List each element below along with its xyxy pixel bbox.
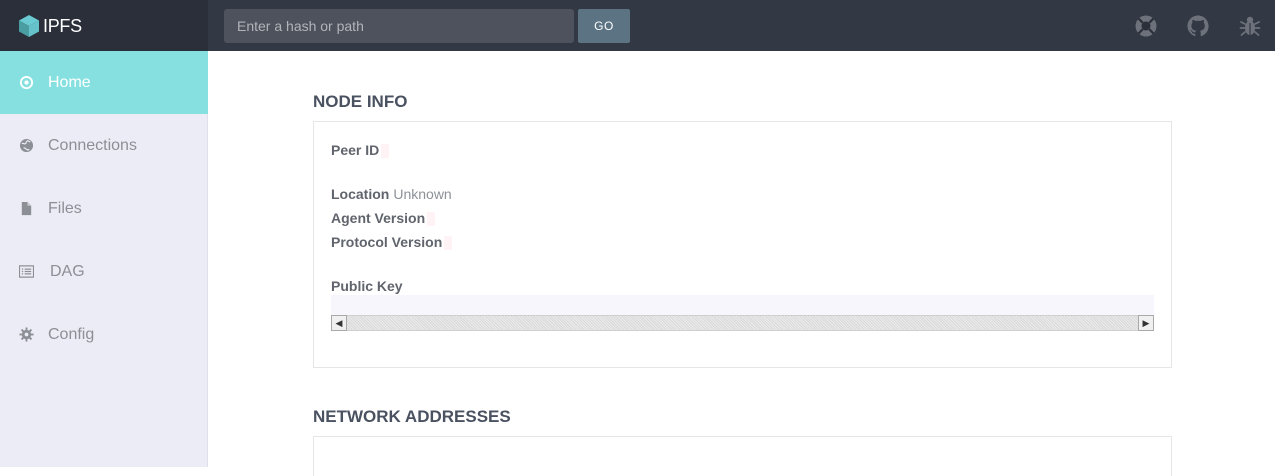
go-button[interactable]: GO: [578, 9, 630, 43]
sidebar-item-connections[interactable]: Connections: [0, 114, 208, 177]
ipfs-logo[interactable]: IPFS: [18, 13, 82, 39]
location-row: LocationUnknown: [331, 186, 452, 202]
peer-id-row: Peer ID: [331, 142, 389, 158]
network-addresses-card: [313, 436, 1172, 476]
node-info-card: Peer ID LocationUnknown Agent Version Pr…: [313, 121, 1172, 368]
help-lifebuoy-icon[interactable]: [1134, 14, 1158, 38]
sidebar-item-dag[interactable]: DAG: [0, 240, 208, 303]
protocol-version-label: Protocol Version: [331, 234, 442, 250]
sidebar-item-home[interactable]: Home: [0, 51, 208, 114]
github-icon[interactable]: [1186, 14, 1210, 38]
protocol-version-row: Protocol Version: [331, 234, 452, 250]
location-value: Unknown: [393, 186, 451, 202]
gear-icon: [18, 327, 34, 343]
sidebar-item-label: Home: [48, 74, 91, 92]
ipfs-cube-icon: [18, 14, 40, 38]
agent-version-row: Agent Version: [331, 210, 435, 226]
agent-version-label: Agent Version: [331, 210, 425, 226]
search-input[interactable]: [224, 9, 574, 43]
logo-text: IPFS: [43, 16, 82, 37]
list-icon: [18, 264, 34, 280]
sidebar-item-label: Files: [48, 200, 82, 218]
location-label: Location: [331, 186, 389, 202]
sidebar: Home Connections Files: [0, 51, 208, 467]
public-key-label: Public Key: [331, 278, 403, 294]
scroll-right-arrow-icon[interactable]: ▶: [1138, 315, 1154, 331]
bug-icon[interactable]: [1238, 14, 1262, 38]
node-info-title: NODE INFO: [313, 92, 407, 112]
logo-area: IPFS: [0, 0, 208, 51]
network-addresses-title: NETWORK ADDRESSES: [313, 407, 511, 427]
globe-icon: [18, 138, 34, 154]
file-icon: [18, 201, 34, 217]
top-bar: IPFS GO: [0, 0, 1275, 51]
home-icon: [18, 75, 34, 91]
protocol-version-value: [444, 236, 452, 250]
agent-version-value: [427, 212, 435, 226]
sidebar-item-label: Config: [48, 326, 94, 344]
sidebar-item-label: Connections: [48, 137, 137, 155]
peer-id-label: Peer ID: [331, 142, 379, 158]
public-key-row: Public Key: [331, 278, 403, 294]
peer-id-value: [381, 144, 389, 158]
sidebar-item-label: DAG: [50, 263, 85, 281]
sidebar-item-config[interactable]: Config: [0, 303, 208, 366]
sidebar-item-files[interactable]: Files: [0, 177, 208, 240]
public-key-box: ◀ ▶: [331, 295, 1154, 331]
public-key-scrollbar[interactable]: ◀ ▶: [331, 315, 1154, 331]
scroll-left-arrow-icon[interactable]: ◀: [331, 315, 347, 331]
main-content: NODE INFO Peer ID LocationUnknown Agent …: [209, 51, 1275, 467]
